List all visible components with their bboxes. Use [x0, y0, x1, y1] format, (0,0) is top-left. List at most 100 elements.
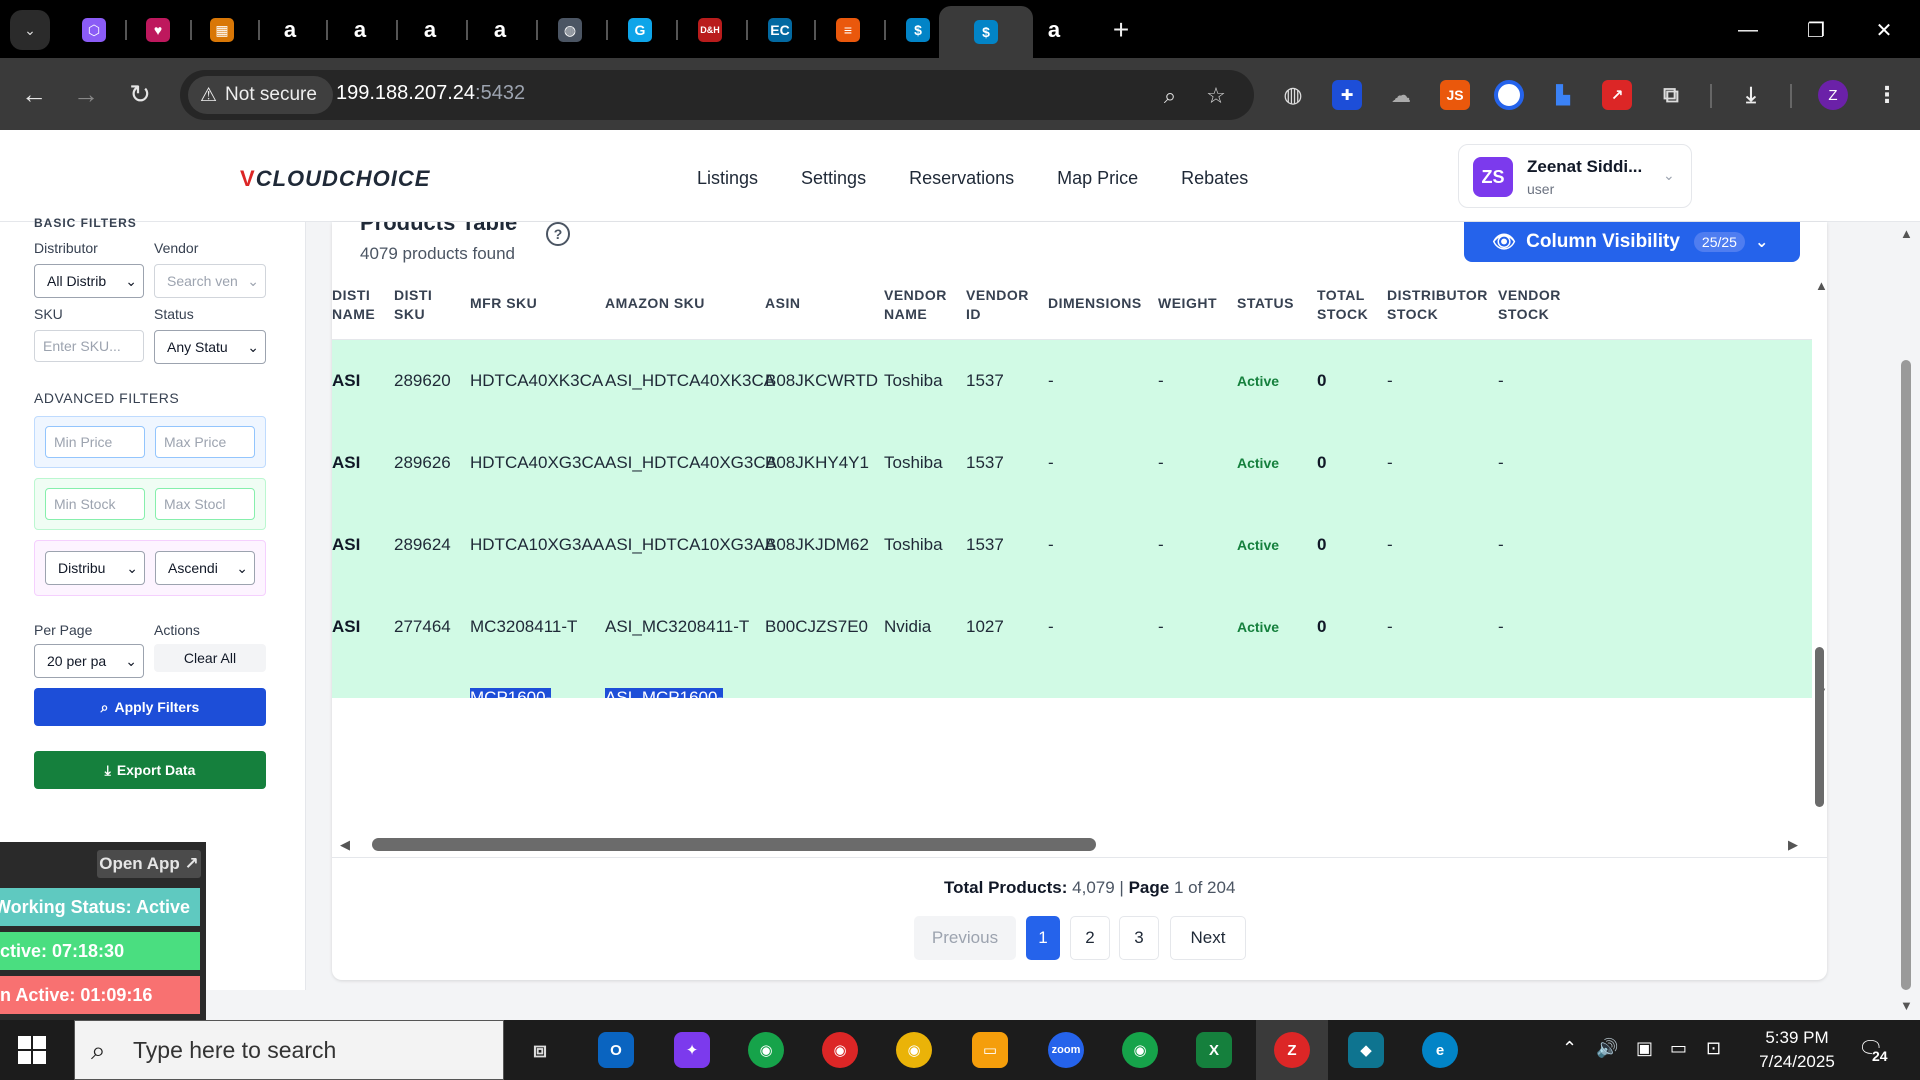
per-page-select[interactable]: 20 per pa ⌄	[34, 644, 144, 678]
outlook-icon[interactable]: O	[598, 1032, 634, 1068]
table-vertical-scroll-thumb[interactable]	[1815, 647, 1824, 807]
page-scroll-up-icon[interactable]: ▲	[1900, 226, 1913, 241]
sort-field-select[interactable]: Distribu ⌄	[45, 551, 145, 585]
network-icon[interactable]: ⊡	[1706, 1038, 1721, 1059]
tray-chevron-up-icon[interactable]: ⌃	[1562, 1038, 1577, 1059]
table-row[interactable]: ASI 289624 HDTCA10XG3AA ASI_HDTCA10XG3AA B08…	[332, 504, 1812, 586]
browser-tab[interactable]: a	[470, 8, 530, 52]
column-header-total-stock[interactable]: TOTAL STOCK	[1317, 286, 1368, 324]
page-1-button[interactable]: 1	[1026, 916, 1060, 960]
browser-tab[interactable]: D&H	[680, 8, 740, 52]
table-horizontal-scroll-thumb[interactable]	[372, 838, 1096, 851]
taskbar-search-input[interactable]: ⌕ Type here to search	[74, 1020, 504, 1080]
nav-rebates[interactable]: Rebates	[1181, 168, 1248, 189]
apply-filters-button[interactable]: ⌕ Apply Filters	[34, 688, 266, 726]
back-icon[interactable]: ←	[12, 72, 56, 116]
browser-tab[interactable]: a	[330, 8, 390, 52]
column-header-asin[interactable]: ASIN	[765, 294, 800, 313]
help-question-icon[interactable]: ?	[546, 222, 570, 246]
vcloudchoice-logo[interactable]: VCLOUDCHOICE	[240, 166, 430, 192]
table-row[interactable]: ASI 289626 HDTCA40XG3CA ASI_HDTCA40XG3CA B08…	[332, 422, 1812, 504]
sort-order-select[interactable]: Ascendi ⌄	[155, 551, 255, 585]
sku-input[interactable]: Enter SKU...	[34, 330, 144, 362]
next-page-button[interactable]: Next	[1170, 916, 1246, 960]
column-header-vendor-stock[interactable]: VENDOR STOCK	[1498, 286, 1561, 324]
min-stock-input[interactable]: Min Stock	[45, 488, 145, 520]
taskbar-clock[interactable]: 5:39 PM 7/24/2025	[1752, 1026, 1842, 1074]
nav-settings[interactable]: Settings	[801, 168, 866, 189]
close-window-icon[interactable]: ✕	[1854, 8, 1914, 52]
page-3-button[interactable]: 3	[1119, 916, 1159, 960]
column-header-weight[interactable]: WEIGHT	[1158, 294, 1217, 313]
extensions-puzzle-icon[interactable]: ⧉	[1656, 80, 1686, 110]
minimize-icon[interactable]: —	[1718, 8, 1778, 52]
clear-all-button[interactable]: Clear All	[154, 644, 266, 672]
column-header-amazon-sku[interactable]: AMAZON SKU	[605, 294, 705, 313]
previous-page-button[interactable]: Previous	[914, 916, 1016, 960]
column-header-status[interactable]: STATUS	[1237, 294, 1294, 313]
export-data-button[interactable]: ⤓ Export Data	[34, 751, 266, 789]
extension-puzzle-blue-icon[interactable]: ✚	[1332, 80, 1362, 110]
scroll-right-icon[interactable]: ▶	[1788, 837, 1798, 853]
meet-icon[interactable]: ▣	[1636, 1038, 1653, 1059]
speaker-icon[interactable]: 🔊	[1596, 1038, 1618, 1059]
url-text[interactable]: 199.188.207.24:5432	[336, 82, 525, 105]
browser-tab[interactable]: ◍	[540, 8, 600, 52]
extension-arrow-icon[interactable]: ↗	[1602, 80, 1632, 110]
browser-tab[interactable]: EC	[750, 8, 810, 52]
column-header-disti-name[interactable]: DISTI NAME	[332, 286, 375, 324]
extension-chart-icon[interactable]: ▙	[1548, 80, 1578, 110]
browser-tab[interactable]: $	[939, 6, 1033, 58]
min-price-input[interactable]: Min Price	[45, 426, 145, 458]
nav-reservations[interactable]: Reservations	[909, 168, 1014, 189]
extension-circle-icon[interactable]	[1494, 80, 1524, 110]
browser-tab[interactable]: ▦	[192, 8, 252, 52]
app-diamond-icon[interactable]: ◆	[1348, 1032, 1384, 1068]
bookmark-star-icon[interactable]: ☆	[1200, 80, 1232, 112]
chrome-profile-icon[interactable]: ◉	[822, 1032, 858, 1068]
max-price-input[interactable]: Max Price	[155, 426, 255, 458]
column-header-vendor-name[interactable]: VENDOR NAME	[884, 286, 947, 324]
browser-tab[interactable]: a	[260, 8, 320, 52]
browser-menu-icon[interactable]: ⋮	[1872, 80, 1902, 110]
reload-icon[interactable]: ↻	[118, 72, 162, 116]
chrome-profile-icon[interactable]: ◉	[896, 1032, 932, 1068]
address-bar[interactable]: ⚠ Not secure 199.188.207.24:5432 ⌕ ☆	[180, 70, 1254, 120]
column-header-disti-sku[interactable]: DISTI SKU	[394, 286, 432, 324]
browser-tab[interactable]: a	[1024, 8, 1084, 52]
task-view-icon[interactable]: ⧈	[522, 1032, 558, 1068]
browser-tab[interactable]: ♥	[128, 8, 188, 52]
file-explorer-icon[interactable]: ▭	[972, 1032, 1008, 1068]
copilot-icon[interactable]: ✦	[674, 1032, 710, 1068]
battery-icon[interactable]: ▭	[1670, 1038, 1687, 1059]
column-header-mfr-sku[interactable]: MFR SKU	[470, 294, 537, 313]
forward-icon[interactable]: →	[64, 72, 108, 116]
table-row[interactable]: ASI 277464 MC3208411-T ASI_MC3208411-T B00CJ…	[332, 586, 1812, 668]
extension-js-icon[interactable]: JS	[1440, 80, 1470, 110]
distributor-select[interactable]: All Distrib ⌄	[34, 264, 144, 298]
zoom-icon[interactable]: zoom	[1048, 1032, 1084, 1068]
nav-listings[interactable]: Listings	[697, 168, 758, 189]
table-row[interactable]: ASI 289620 HDTCA40XK3CA ASI_HDTCA40XK3CA B08…	[332, 340, 1812, 422]
extension-cloud-icon[interactable]: ☁	[1386, 80, 1416, 110]
zoom-magnifier-icon[interactable]: ⌕	[1154, 80, 1186, 112]
browser-tab[interactable]: ⬡	[64, 8, 124, 52]
chrome-icon[interactable]: ◉	[1122, 1032, 1158, 1068]
open-app-button[interactable]: Open App ↗	[97, 850, 201, 878]
column-header-vendor-id[interactable]: VENDOR ID	[966, 286, 1029, 324]
excel-icon[interactable]: X	[1196, 1032, 1232, 1068]
page-scrollbar-thumb[interactable]	[1901, 360, 1911, 990]
browser-tab[interactable]: G	[610, 8, 670, 52]
edge-icon[interactable]: e	[1422, 1032, 1458, 1068]
status-select[interactable]: Any Statu ⌄	[154, 330, 266, 364]
tab-search-chevron-icon[interactable]: ⌄	[10, 10, 50, 50]
restore-icon[interactable]: ❐	[1786, 8, 1846, 52]
new-tab-plus-icon[interactable]: +	[1103, 12, 1139, 48]
column-header-dimensions[interactable]: DIMENSIONS	[1048, 294, 1142, 313]
vendor-search-input[interactable]: Search ven ⌄	[154, 264, 266, 298]
page-2-button[interactable]: 2	[1070, 916, 1110, 960]
column-visibility-button[interactable]: 👁 Column Visibility 25/25 ⌄	[1464, 222, 1800, 262]
user-menu[interactable]: ZS Zeenat Siddi... user ⌄	[1458, 144, 1692, 208]
browser-tab[interactable]: a	[400, 8, 460, 52]
chrome-profile-z-icon[interactable]: Z	[1274, 1032, 1310, 1068]
